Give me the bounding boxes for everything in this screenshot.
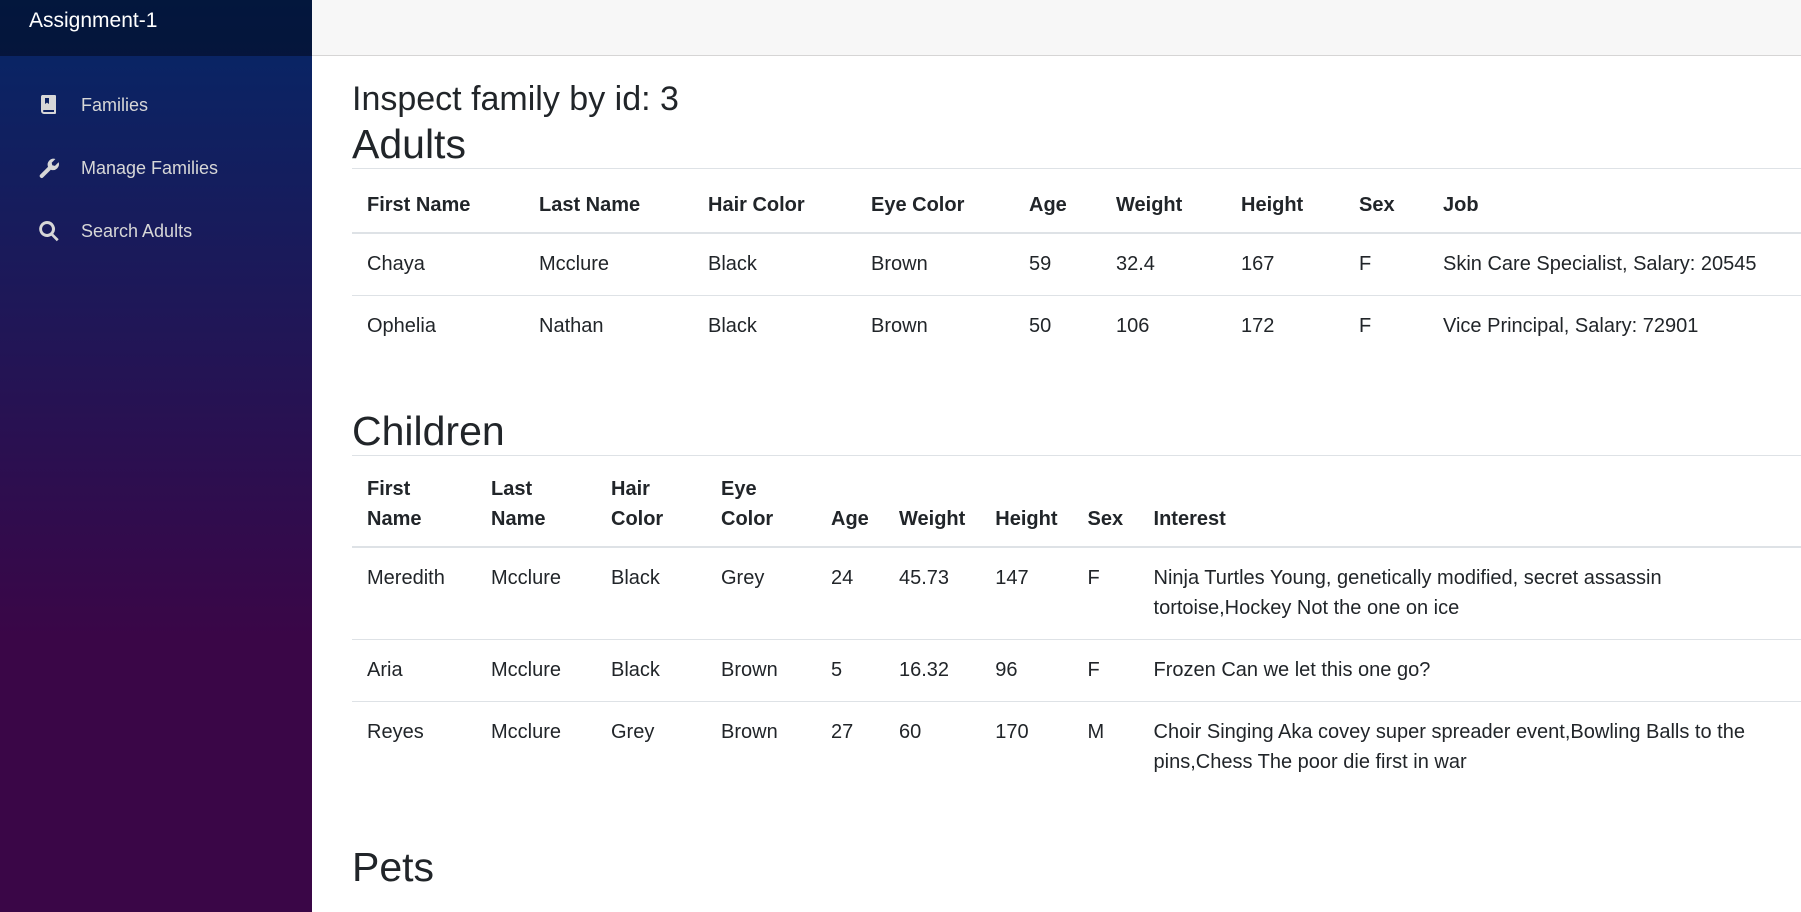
table-cell: Brown — [871, 252, 928, 275]
table-cell: Black — [611, 567, 660, 589]
app-brand-link[interactable]: Assignment-1 — [29, 0, 283, 42]
column-header: Age — [816, 454, 884, 548]
column-header: Hair Color — [596, 454, 706, 548]
table-cell: 172 — [1226, 294, 1344, 357]
table-cell: Ophelia — [352, 294, 524, 357]
sidebar-item-manage-families[interactable]: Manage Families — [19, 140, 293, 196]
table-cell: 24 — [831, 567, 854, 589]
adults-table: First Name Last Name Hair Color Eye Colo… — [352, 168, 1801, 357]
top-row — [312, 0, 1801, 56]
pets-heading: Pets — [352, 844, 435, 890]
table-cell: F — [1087, 567, 1100, 589]
table-cell: 147 — [995, 567, 1029, 589]
table-cell: Choir Singing Aka covey super spreader e… — [1138, 701, 1801, 793]
table-cell: Mcclure — [476, 639, 596, 702]
table-cell: F — [1359, 252, 1372, 275]
table-cell: Meredith — [367, 567, 445, 589]
sidebar-nav: Families Manage Families Search Adults — [0, 56, 312, 259]
table-cell: 170 — [980, 701, 1073, 793]
table-cell: Nathan — [524, 294, 693, 357]
table-cell: Chaya — [367, 252, 425, 275]
column-header: First Name — [352, 168, 524, 234]
table-cell: Brown — [856, 294, 1014, 357]
table-header-row: First Name Last Name Hair Color Eye Colo… — [352, 168, 1801, 234]
sidebar-item-label: Search Adults — [81, 220, 193, 241]
table-cell: Grey — [721, 567, 765, 589]
column-header: Weight — [884, 454, 981, 548]
column-header: Last Name — [476, 454, 596, 548]
table-cell: 5 — [816, 639, 884, 702]
table-cell: Ninja Turtles Young, genetically modifie… — [1153, 567, 1662, 619]
table-cell: 50 — [1014, 294, 1101, 357]
table-cell: Brown — [706, 639, 816, 702]
table-cell: Mcclure — [491, 567, 562, 589]
children-heading: Children — [352, 407, 505, 454]
search-icon — [37, 219, 61, 243]
wrench-icon — [37, 156, 61, 180]
table-row: Ophelia Nathan Black Brown 50 106 172 F … — [352, 294, 1801, 357]
column-header: Sex — [1072, 454, 1139, 548]
table-cell: F — [1344, 294, 1428, 357]
table-cell: Black — [693, 294, 856, 357]
table-row: Chaya Mcclure Black Brown 59 32.4 167 F … — [352, 233, 1801, 296]
column-header: Sex — [1344, 168, 1428, 234]
table-cell: Aria — [352, 639, 476, 702]
main-content: Inspect family by id: 3 Adults First Nam… — [352, 56, 1801, 912]
table-row: Aria Mcclure Black Brown 5 16.32 96 F Fr… — [352, 639, 1801, 702]
table-cell: Brown — [706, 701, 816, 793]
sidebar-item-label: Manage Families — [81, 157, 219, 178]
page-title: Inspect family by id: 3 — [352, 80, 679, 118]
sidebar: Assignment-1 Families Manage Families Se… — [0, 0, 312, 912]
column-header: Weight — [1101, 168, 1226, 234]
table-cell: 96 — [980, 639, 1073, 702]
table-cell: Skin Care Specialist, Salary: 20545 — [1443, 252, 1757, 275]
column-header: Hair Color — [693, 168, 856, 234]
table-cell: 45.73 — [899, 567, 950, 589]
column-header: Height — [980, 454, 1073, 548]
column-header: First Name — [352, 454, 476, 548]
table-header-row: First Name Last Name Hair Color Eye Colo… — [352, 454, 1801, 548]
book-icon — [37, 93, 61, 117]
table-cell: 60 — [884, 701, 981, 793]
table-cell: Grey — [596, 701, 706, 793]
table-cell: 106 — [1101, 294, 1226, 357]
table-cell: Mcclure — [476, 701, 596, 793]
table-cell: 16.32 — [884, 639, 981, 702]
column-header: Eye Color — [706, 454, 816, 548]
table-cell: Mcclure — [539, 252, 610, 275]
sidebar-item-families[interactable]: Families — [19, 77, 293, 133]
table-row: Meredith Mcclure Black Grey 24 45.73 147… — [352, 547, 1801, 640]
column-header: Eye Color — [856, 168, 1014, 234]
table-cell: F — [1072, 639, 1139, 702]
column-header: Job — [1428, 168, 1801, 234]
table-cell: Frozen Can we let this one go? — [1138, 639, 1801, 702]
adults-heading: Adults — [352, 121, 466, 167]
table-cell: Black — [596, 639, 706, 702]
sidebar-item-search-adults[interactable]: Search Adults — [19, 203, 293, 259]
table-row: Reyes Mcclure Grey Brown 27 60 170 M Cho… — [352, 701, 1801, 793]
column-header: Last Name — [524, 168, 693, 234]
table-cell: 27 — [816, 701, 884, 793]
column-header: Interest — [1138, 454, 1801, 548]
table-cell: 167 — [1241, 252, 1275, 275]
table-cell: M — [1072, 701, 1139, 793]
sidebar-item-label: Families — [81, 94, 149, 115]
children-table: First Name Last Name Hair Color Eye Colo… — [352, 454, 1801, 793]
column-header: Height — [1226, 168, 1344, 234]
table-cell: Vice Principal, Salary: 72901 — [1428, 294, 1801, 357]
table-cell: Black — [708, 252, 757, 275]
brand-bar: Assignment-1 — [0, 0, 312, 56]
table-cell: 59 — [1029, 252, 1052, 275]
table-cell: Reyes — [352, 701, 476, 793]
column-header: Age — [1014, 168, 1101, 234]
table-cell: 32.4 — [1116, 252, 1155, 275]
